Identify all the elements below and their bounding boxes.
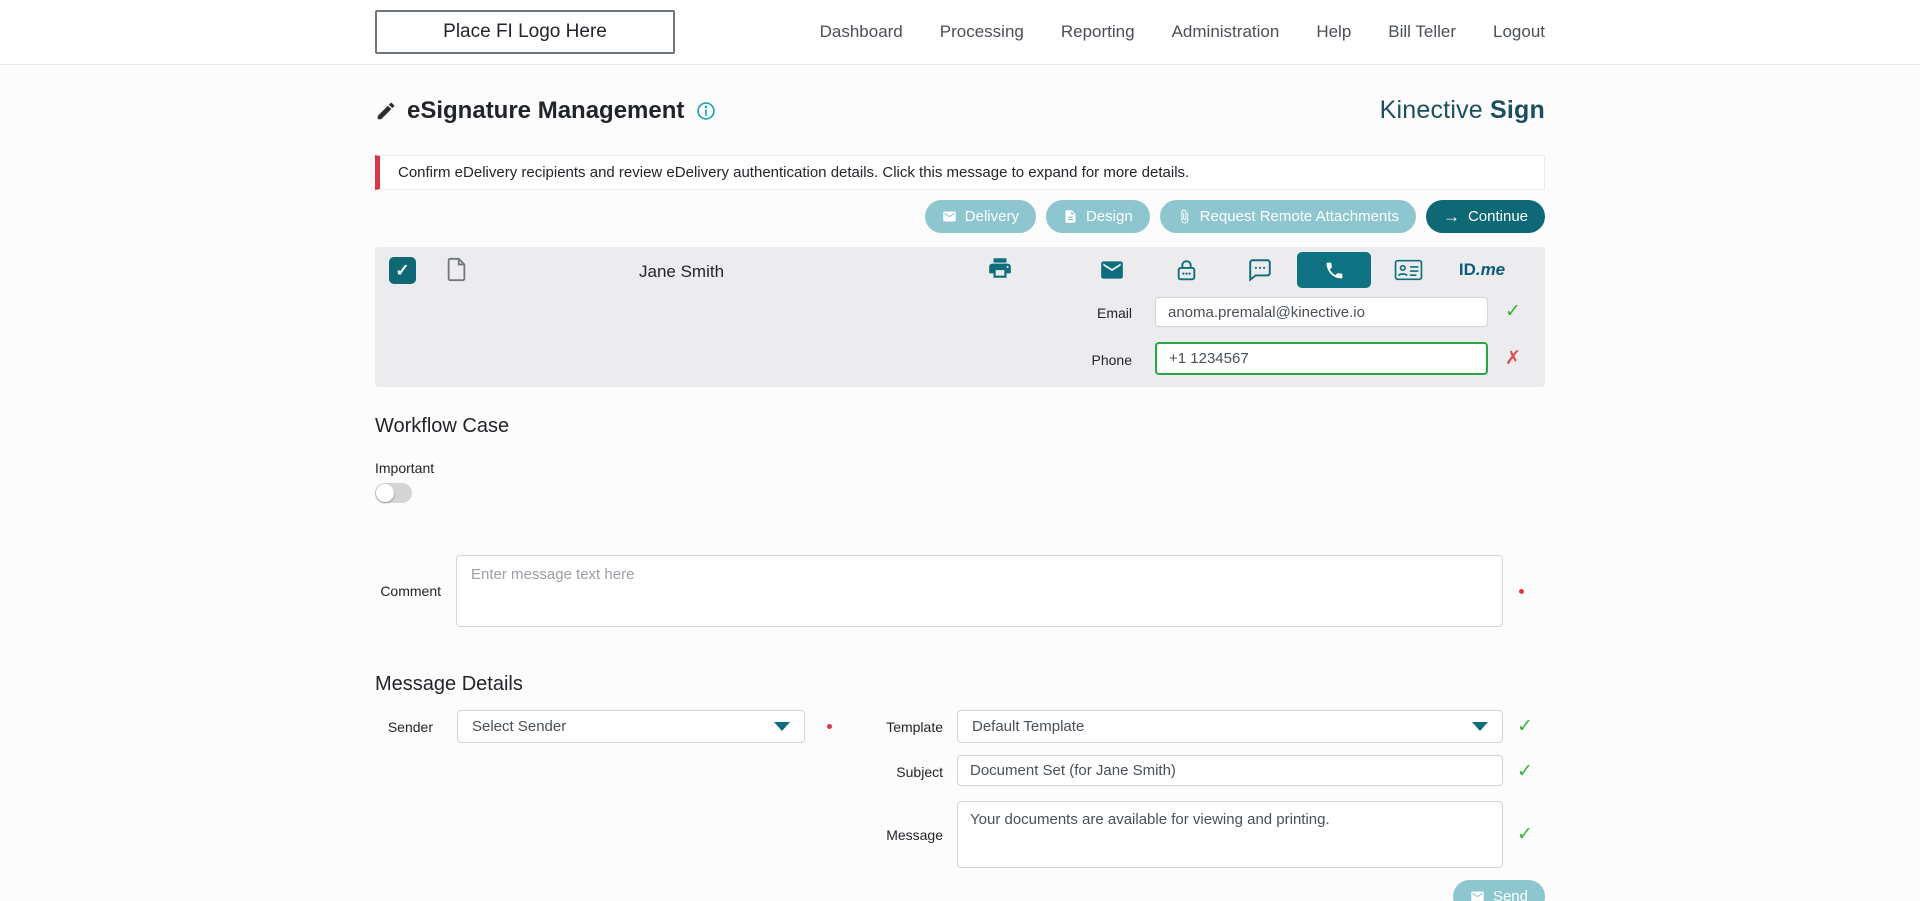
workflow-case-heading: Workflow Case — [375, 415, 510, 437]
subject-valid-check-icon: ✓ — [1517, 761, 1533, 782]
idme-method-button[interactable]: ID.me — [1445, 252, 1519, 288]
delivery-label: Delivery — [964, 208, 1019, 225]
arrow-right-icon: → — [1442, 207, 1460, 226]
signature-pen-icon — [375, 100, 397, 122]
comment-textarea[interactable] — [456, 555, 1503, 627]
actions-row: Delivery Design Request Remote Attachmen… — [375, 200, 1545, 233]
paperclip-icon — [1177, 209, 1192, 224]
lock-icon — [1174, 258, 1199, 283]
required-indicator — [1519, 588, 1524, 594]
edelivery-alert-banner[interactable]: Confirm eDelivery recipients and review … — [375, 155, 1545, 190]
email-valid-check-icon: ✓ — [1505, 301, 1521, 322]
auth-methods: ID.me — [1075, 252, 1519, 288]
envelope-icon — [942, 209, 957, 224]
request-remote-label: Request Remote Attachments — [1199, 208, 1399, 225]
nav-logout[interactable]: Logout — [1493, 22, 1545, 42]
idme-logo: ID.me — [1458, 260, 1506, 279]
caret-down-icon — [1472, 722, 1488, 731]
toggle-knob — [376, 484, 394, 502]
nav-links: Dashboard Processing Reporting Administr… — [820, 22, 1545, 42]
subject-input[interactable] — [957, 755, 1503, 786]
envelope-icon — [1099, 257, 1125, 283]
nav-processing[interactable]: Processing — [940, 22, 1024, 42]
brand-logo: Kinective Sign — [1380, 96, 1545, 125]
template-select[interactable]: Default Template — [957, 710, 1503, 743]
send-button[interactable]: Send — [1452, 880, 1545, 901]
continue-button[interactable]: → Continue — [1425, 200, 1545, 233]
nav-user-bill-teller[interactable]: Bill Teller — [1388, 22, 1456, 42]
nav-help[interactable]: Help — [1316, 22, 1351, 42]
page-title: eSignature Management — [407, 96, 685, 124]
delivery-button[interactable]: Delivery — [924, 200, 1036, 233]
nav-administration[interactable]: Administration — [1172, 22, 1280, 42]
email-input[interactable] — [1155, 297, 1488, 327]
comment-row: Comment — [375, 555, 1545, 627]
id-card-method-button[interactable] — [1371, 252, 1445, 288]
alert-text: Confirm eDelivery recipients and review … — [398, 164, 1190, 181]
required-indicator — [827, 724, 832, 729]
sender-label: Sender — [387, 719, 433, 735]
recipient-card: ✓ Jane Smith ID.me Email anoma.premalal@… — [375, 247, 1545, 387]
checkmark-icon: ✓ — [395, 260, 410, 280]
envelope-icon — [1470, 889, 1485, 901]
sms-method-button[interactable] — [1223, 252, 1297, 288]
nav-reporting[interactable]: Reporting — [1061, 22, 1135, 42]
message-details-heading: Message Details — [375, 673, 523, 695]
design-label: Design — [1085, 208, 1133, 225]
template-selected-value: Default Template — [972, 718, 1085, 735]
email-label: Email — [1096, 305, 1132, 321]
page: Place FI Logo Here Dashboard Processing … — [0, 0, 1920, 901]
important-label: Important — [375, 460, 435, 476]
continue-label: Continue — [1467, 208, 1528, 225]
printer-icon[interactable] — [987, 255, 1013, 284]
caret-down-icon — [774, 722, 790, 731]
fi-logo-placeholder: Place FI Logo Here — [375, 10, 675, 54]
message-textarea[interactable]: Your documents are available for viewing… — [957, 801, 1503, 868]
access-code-method-button[interactable] — [1149, 252, 1223, 288]
document-icon — [443, 255, 470, 284]
send-label: Send — [1492, 888, 1528, 901]
comment-label: Comment — [380, 583, 441, 599]
message-label: Message — [886, 827, 943, 843]
phone-input[interactable] — [1155, 342, 1488, 375]
brand-second: Sign — [1490, 96, 1545, 124]
phone-label: Phone — [1091, 352, 1132, 368]
message-valid-check-icon: ✓ — [1517, 824, 1533, 845]
nav-dashboard[interactable]: Dashboard — [820, 22, 903, 42]
message-details-form: Sender Select Sender Template Default Te… — [375, 710, 1545, 901]
info-icon[interactable] — [696, 101, 716, 121]
title-row: eSignature Management Kinective Sign — [375, 96, 1545, 125]
id-card-icon — [1394, 258, 1423, 282]
brand-first: Kinective — [1379, 96, 1491, 124]
recipient-checkbox[interactable]: ✓ — [389, 257, 416, 284]
recipient-name: Jane Smith — [639, 262, 725, 281]
phone-invalid-x-icon: ✗ — [1505, 348, 1521, 369]
design-file-icon — [1063, 209, 1078, 224]
phone-icon — [1324, 260, 1345, 281]
phone-method-button[interactable] — [1297, 252, 1371, 288]
top-navbar: Place FI Logo Here Dashboard Processing … — [0, 0, 1920, 64]
important-toggle[interactable] — [375, 483, 412, 503]
chat-bubble-icon — [1247, 257, 1273, 283]
template-label: Template — [886, 719, 943, 735]
sender-select[interactable]: Select Sender — [457, 710, 805, 743]
template-valid-check-icon: ✓ — [1517, 716, 1533, 737]
email-method-button[interactable] — [1075, 252, 1149, 288]
design-button[interactable]: Design — [1045, 200, 1150, 233]
main-content: eSignature Management Kinective Sign Con… — [375, 96, 1545, 901]
subject-label: Subject — [896, 764, 943, 780]
sender-selected-value: Select Sender — [472, 718, 567, 735]
request-remote-attachments-button[interactable]: Request Remote Attachments — [1159, 200, 1416, 233]
logo-text: Place FI Logo Here — [443, 21, 607, 42]
